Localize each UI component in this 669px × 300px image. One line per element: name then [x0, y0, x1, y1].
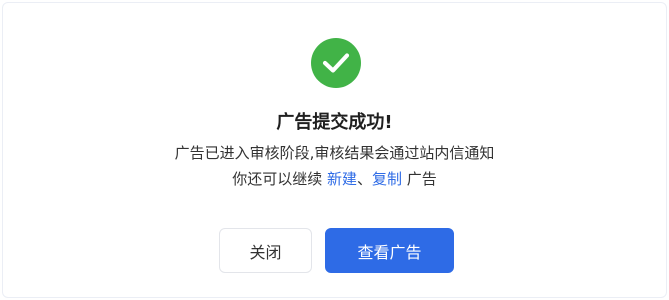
check-mark-icon [322, 53, 350, 73]
dialog-title: 广告提交成功! [276, 112, 393, 133]
check-circle-icon [311, 38, 361, 88]
link-separator: 、 [356, 170, 372, 188]
copy-ad-link[interactable]: 复制 [372, 170, 402, 188]
next-actions-suffix: 广告 [402, 170, 437, 188]
new-ad-link[interactable]: 新建 [327, 170, 357, 188]
dialog-next-actions: 你还可以继续 新建、复制 广告 [0, 168, 669, 190]
close-button[interactable]: 关闭 [219, 228, 312, 273]
view-ad-button[interactable]: 查看广告 [325, 228, 454, 273]
dialog-message: 广告已进入审核阶段,审核结果会通过站内信通知 [174, 144, 495, 162]
next-actions-prefix: 你还可以继续 [232, 170, 327, 188]
